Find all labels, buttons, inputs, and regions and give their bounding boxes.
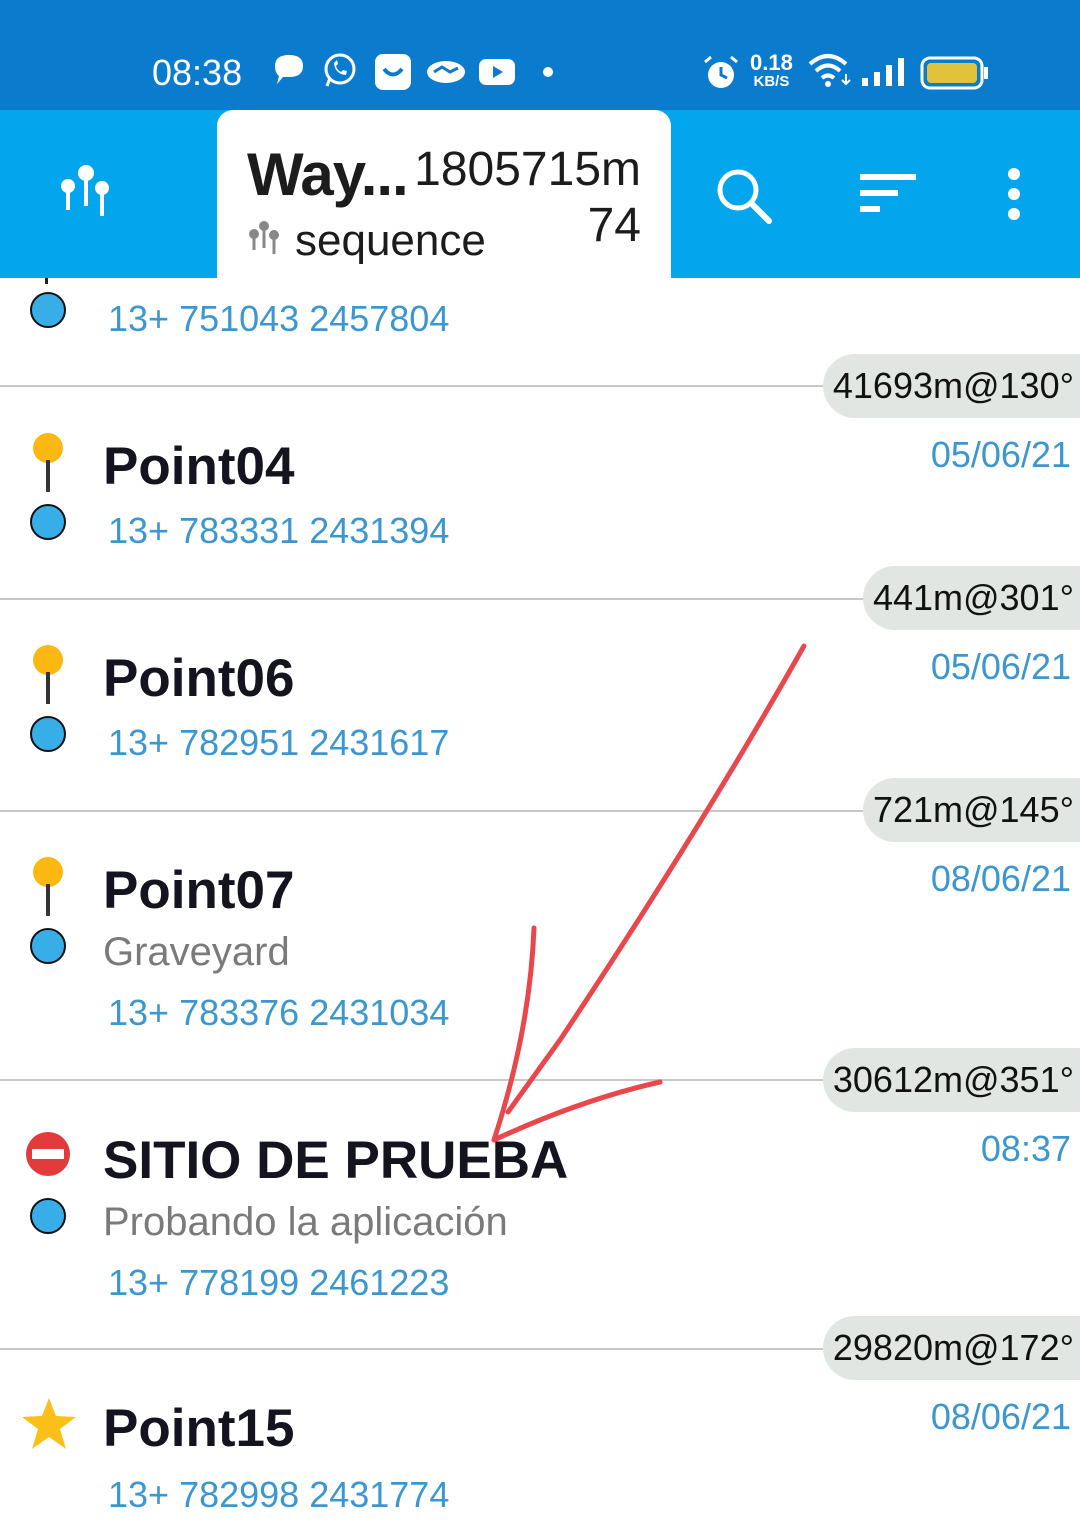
network-speed: 0.18 KB/S: [750, 50, 793, 91]
waypoint-name: Point06: [103, 649, 295, 708]
network-speed-unit: KB/S: [753, 73, 790, 90]
distance-bearing-badge: 441m@301°: [862, 566, 1080, 630]
yellow-pin-icon: [33, 857, 63, 916]
waypoint-coords: 13+ 782951 2431617: [108, 722, 450, 763]
alarm-icon: [704, 55, 738, 88]
signal-icon: [862, 58, 904, 86]
sequence-icon: [249, 221, 279, 254]
waypoint-description: Graveyard: [103, 930, 290, 974]
waypoint-date: 08/06/21: [930, 858, 1071, 899]
network-speed-value: 0.18: [750, 50, 793, 75]
waypoint-date: 05/06/21: [930, 434, 1071, 475]
distance-bearing-badge: 721m@145°: [862, 778, 1080, 842]
list-item[interactable]: 441m@301° 05/06/21 Point06 13+ 782951 24…: [0, 566, 1080, 802]
blue-dot-icon: [30, 292, 66, 328]
youtube-icon: [479, 59, 515, 85]
waypoint-coords: 13+ 783376 2431034: [108, 992, 450, 1033]
star-icon: [22, 1398, 76, 1449]
status-bar: 08:38 0.18 KB/S: [0, 0, 1080, 110]
tab-count: 74: [587, 199, 641, 252]
tab-title: Way...: [247, 141, 409, 208]
notification-dot-icon: [543, 67, 553, 77]
no-entry-icon: [26, 1132, 70, 1176]
waypoint-description: Probando la aplicación: [103, 1200, 508, 1244]
distance-bearing-badge: 30612m@351°: [822, 1048, 1080, 1112]
waypoint-name: Point15: [103, 1399, 295, 1458]
distance-bearing-badge: 41693m@130°: [822, 354, 1080, 418]
waypoint-coords: 13+ 778199 2461223: [108, 1262, 450, 1303]
waypoint-name: Point04: [103, 437, 295, 496]
waypoint-date: 05/06/21: [930, 646, 1071, 687]
search-icon[interactable]: [714, 166, 774, 226]
battery-icon: [920, 56, 988, 90]
status-time: 08:38: [152, 52, 243, 93]
list-item[interactable]: 30612m@351° 08:37 SITIO DE PRUEBA Proban…: [0, 1048, 1080, 1348]
handshake-icon: [427, 61, 465, 83]
tab-distance: 1805715m: [414, 143, 641, 196]
waypoints-icon[interactable]: [56, 162, 112, 222]
distance-bearing-badge: 29820m@172°: [822, 1316, 1080, 1380]
waypoint-date: 08/06/21: [930, 1396, 1071, 1437]
yellow-pin-icon: [33, 645, 63, 704]
waypoint-coords: 13+ 783331 2431394: [108, 510, 450, 551]
waypoint-coords: 13+ 782998 2431774: [108, 1474, 450, 1515]
message-app-icon: [375, 54, 411, 90]
list-item[interactable]: 721m@145° 08/06/21 Point07 Graveyard 13+…: [0, 778, 1080, 1078]
chat-bubble-icon: [275, 55, 303, 84]
yellow-pin-icon: [33, 433, 63, 492]
waypoint-name: Point07: [103, 861, 295, 920]
blue-dot-icon: [30, 928, 66, 964]
tab-subtitle: sequence: [295, 216, 486, 265]
list-item[interactable]: 41693m@130° 05/06/21 Point04 13+ 783331 …: [0, 354, 1080, 590]
list-item[interactable]: 29820m@172° 08/06/21 Point15 13+ 782998 …: [0, 1316, 1080, 1522]
blue-dot-icon: [30, 1198, 66, 1234]
whatsapp-icon: [324, 53, 356, 87]
wifi-icon: [808, 54, 851, 87]
blue-dot-icon: [30, 716, 66, 752]
tab-waypoints[interactable]: Way... 1805715m 74 sequence: [217, 110, 671, 278]
blue-dot-icon: [30, 504, 66, 540]
waypoint-list: 13+ 751043 2457804 41693m@130° 05/06/21 …: [0, 278, 1080, 1522]
more-options-icon[interactable]: [1002, 166, 1026, 222]
pin-stem-icon: [45, 278, 48, 284]
waypoint-name: SITIO DE PRUEBA: [103, 1131, 569, 1190]
waypoint-date: 08:37: [980, 1128, 1071, 1169]
sort-icon[interactable]: [860, 172, 918, 216]
waypoint-coords: 13+ 751043 2457804: [108, 298, 450, 339]
